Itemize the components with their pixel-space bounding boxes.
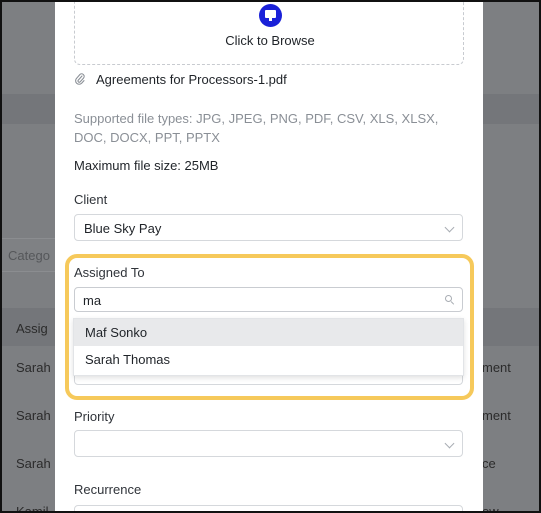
priority-label: Priority [74, 409, 115, 424]
background-row-cell: Sarah [16, 456, 51, 471]
background-category-filter: Catego [2, 238, 62, 272]
background-row-cell: ment [482, 360, 511, 375]
client-select[interactable]: Blue Sky Pay [74, 214, 463, 241]
background-row-cell: Sarah [16, 408, 51, 423]
background-row-cell: Sarah [16, 360, 51, 375]
browse-label: Click to Browse [225, 33, 315, 48]
attached-file-name: Agreements for Processors-1.pdf [96, 72, 287, 87]
background-column-header: Assig [16, 321, 48, 336]
highlight-callout [65, 254, 474, 400]
supported-file-types: Supported file types: JPG, JPEG, PNG, PD… [74, 111, 439, 145]
priority-select[interactable] [74, 430, 463, 457]
background-category-placeholder: Catego [8, 248, 50, 263]
monitor-icon [259, 4, 282, 27]
client-value: Blue Sky Pay [84, 221, 162, 236]
max-file-size: Maximum file size: 25MB [74, 158, 219, 173]
client-label: Client [74, 192, 108, 207]
screenshot-frame: Catego Assig Sarah Sarah Sarah Kamil men… [0, 0, 541, 513]
background-row-cell: Kamil [16, 504, 49, 513]
chevron-down-icon [444, 222, 455, 233]
chevron-down-icon [444, 438, 455, 449]
paperclip-icon [75, 73, 85, 85]
recurrence-select[interactable] [74, 505, 463, 511]
file-upload-dropzone[interactable]: Click to Browse [74, 2, 464, 65]
recurrence-label: Recurrence [74, 482, 142, 497]
background-row-cell: ew [482, 504, 499, 513]
background-row-cell: ce [482, 456, 496, 471]
background-row-cell: ment [482, 408, 511, 423]
